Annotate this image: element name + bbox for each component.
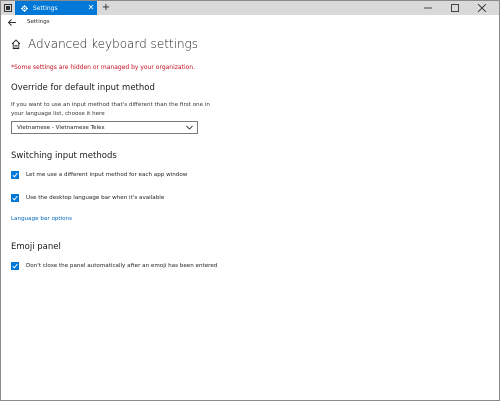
page-title: Advanced keyboard settings	[28, 37, 198, 51]
checkbox-label-per-app: Let me use a different input method for …	[26, 172, 188, 178]
settings-window: Settings ✕ + Settings Advanced keyboard	[0, 0, 500, 401]
page-header: Advanced keyboard settings	[11, 37, 198, 51]
checkbox-per-app[interactable]	[11, 171, 19, 179]
checkmark-icon	[12, 263, 18, 269]
tab-label: Settings	[33, 4, 58, 12]
app-icon[interactable]	[4, 4, 12, 12]
gear-icon	[19, 3, 29, 13]
nav-bar: Settings	[1, 15, 499, 29]
chevron-down-icon	[186, 125, 193, 130]
maximize-icon[interactable]	[444, 1, 466, 15]
checkbox-label-desktop-langbar: Use the desktop language bar when it's a…	[26, 195, 165, 201]
checkmark-icon	[12, 195, 18, 201]
override-description: If you want to use an input method that'…	[11, 102, 210, 117]
dropdown-selected-value: Vietnamese - Vietnamese Telex	[17, 124, 105, 131]
checkbox-emoji-panel[interactable]	[11, 262, 19, 270]
tab-bar: Settings ✕ +	[1, 1, 499, 15]
section-title-emoji: Emoji panel	[11, 242, 61, 252]
section-title-override: Override for default input method	[11, 83, 155, 93]
managed-notice: *Some settings are hidden or managed by …	[11, 64, 195, 71]
close-icon[interactable]: ✕	[86, 1, 96, 15]
checkmark-icon	[12, 172, 18, 178]
checkbox-desktop-langbar[interactable]	[11, 194, 19, 202]
checkbox-row-desktop-langbar[interactable]: Use the desktop language bar when it's a…	[11, 194, 164, 202]
plus-icon[interactable]: +	[100, 1, 112, 15]
checkbox-row-emoji[interactable]: Don't close the panel automatically afte…	[11, 262, 217, 270]
section-title-switching: Switching input methods	[11, 151, 117, 161]
checkbox-label-emoji: Don't close the panel automatically afte…	[26, 263, 218, 269]
back-arrow-icon[interactable]	[7, 17, 17, 27]
home-icon[interactable]	[11, 39, 21, 49]
input-method-dropdown[interactable]: Vietnamese - Vietnamese Telex	[11, 121, 198, 134]
language-bar-options-link[interactable]: Language bar options	[11, 216, 72, 222]
minimize-icon[interactable]	[417, 1, 439, 15]
nav-title: Settings	[27, 19, 50, 25]
tab-settings[interactable]: Settings ✕	[15, 1, 97, 15]
checkbox-row-per-app[interactable]: Let me use a different input method for …	[11, 171, 187, 179]
window-close-icon[interactable]	[471, 1, 493, 15]
